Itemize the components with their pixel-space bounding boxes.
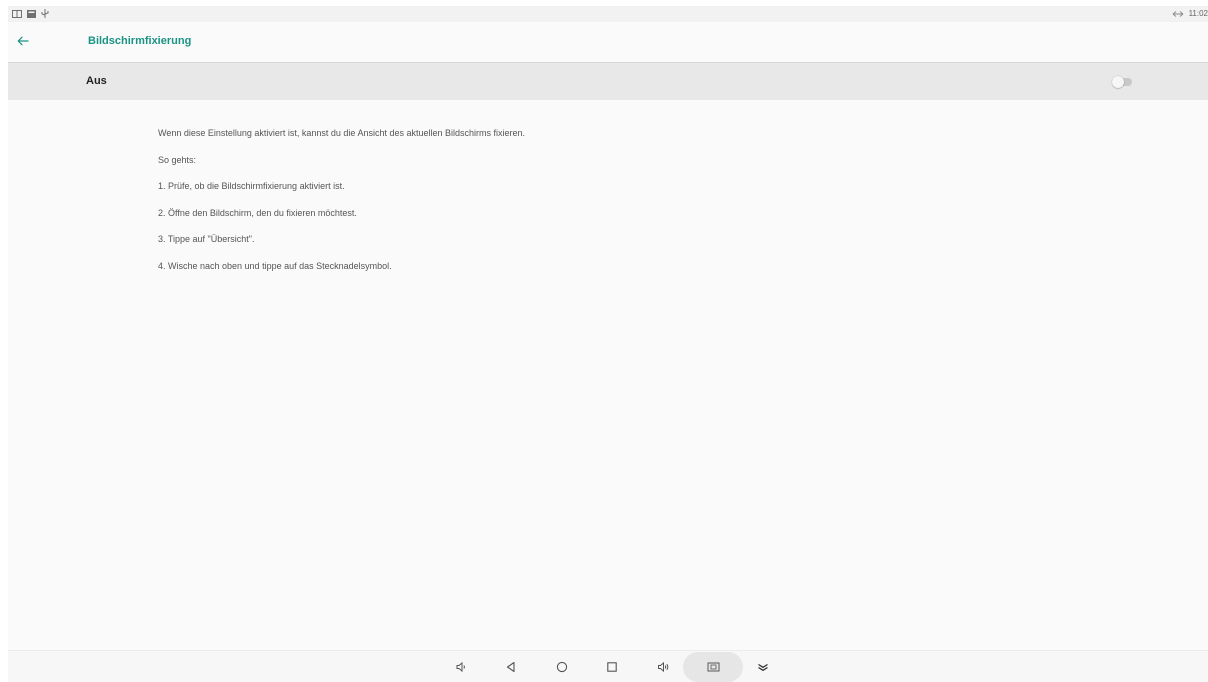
volume-up-icon — [657, 661, 670, 673]
status-time: 11:02 — [1188, 9, 1208, 18]
home-nav-button[interactable] — [554, 659, 570, 675]
volume-down-icon — [455, 661, 467, 673]
image-icon — [27, 9, 36, 18]
volume-up-button[interactable] — [655, 659, 671, 675]
screenshot-icon — [707, 661, 720, 673]
recents-square-icon — [606, 661, 618, 673]
arrow-left-icon — [17, 33, 29, 51]
description-step: 3. Tippe auf "Übersicht". — [158, 234, 255, 244]
sync-arrows-icon — [1172, 10, 1184, 18]
app-bar: Bildschirmfixierung — [8, 22, 1208, 63]
master-switch-toggle[interactable] — [1112, 76, 1134, 88]
screenshot-button[interactable] — [705, 659, 721, 675]
description-step: 2. Öffne den Bildschirm, den du fixieren… — [158, 207, 357, 218]
status-left-icons — [12, 9, 49, 18]
navigation-bar — [8, 650, 1208, 682]
back-nav-button[interactable] — [503, 659, 519, 675]
back-button[interactable] — [12, 32, 34, 52]
screen: 11:02 Bildschirmfixierung Aus Wenn diese… — [8, 6, 1208, 682]
recents-nav-button[interactable] — [604, 659, 620, 675]
master-switch-label: Aus — [86, 75, 107, 87]
home-circle-icon — [556, 661, 568, 673]
status-bar: 11:02 — [8, 6, 1208, 22]
page-title: Bildschirmfixierung — [88, 35, 192, 47]
description-howto: So gehts: — [158, 154, 197, 165]
description-step: 1. Prüfe, ob die Bildschirmfixierung akt… — [158, 181, 345, 191]
master-switch-row[interactable]: Aus — [8, 63, 1208, 100]
description-step: 4. Wische nach oben und tippe auf das St… — [158, 260, 392, 271]
description: Wenn diese Einstellung aktiviert ist, ka… — [158, 128, 525, 287]
back-triangle-icon — [505, 661, 517, 673]
description-intro: Wenn diese Einstellung aktiviert ist, ka… — [158, 128, 526, 138]
usb-icon — [41, 9, 49, 18]
collapse-chevrons-icon — [757, 661, 769, 673]
collapse-nav-button[interactable] — [755, 659, 771, 675]
window-icon — [12, 9, 22, 18]
status-right: 11:02 — [1172, 9, 1208, 18]
toggle-thumb — [1112, 76, 1124, 88]
volume-down-button[interactable] — [453, 659, 469, 675]
